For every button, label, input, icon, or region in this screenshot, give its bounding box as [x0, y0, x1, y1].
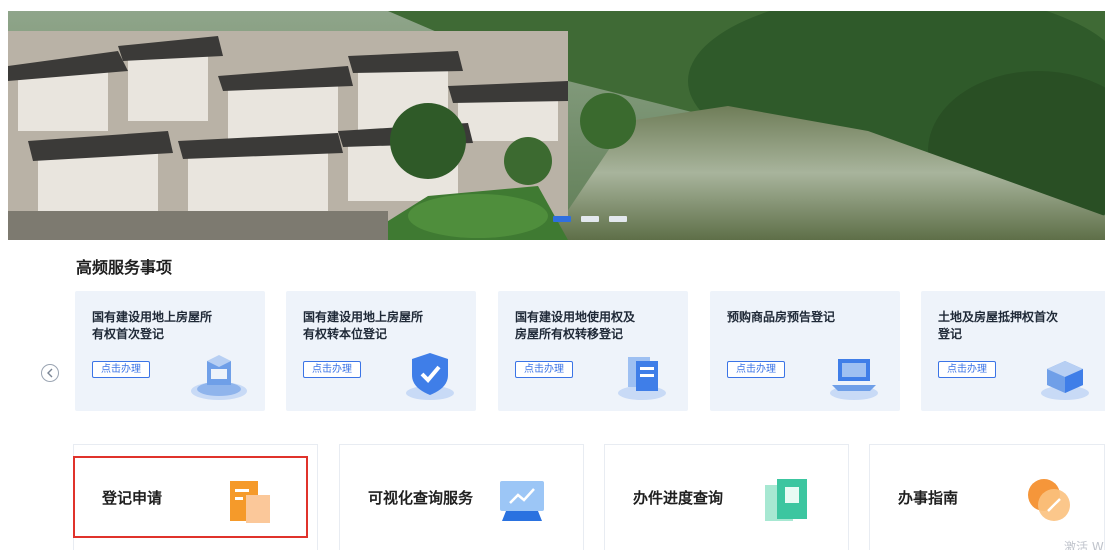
service-title-line1: 预购商品房预告登记 — [727, 310, 836, 324]
selected-highlight-frame — [73, 456, 308, 538]
service-title-line1: 国有建设用地上房屋所 — [92, 310, 213, 324]
carousel-prev-button[interactable] — [41, 364, 59, 382]
document-stack-icon — [618, 357, 666, 400]
service-title-line2: 有权转本位登记 — [303, 327, 388, 341]
service-card-4[interactable]: 预购商品房预告登记 点击办理 — [710, 291, 900, 411]
service-title-line1: 国有建设用地上房屋所 — [303, 310, 424, 324]
section-title: 高频服务事项 — [76, 258, 173, 277]
service-title: 土地及房屋抵押权首次 登记 — [938, 309, 1088, 343]
service-card-1[interactable]: 国有建设用地上房屋所 有权首次登记 点击办理 — [75, 291, 265, 411]
carousel-dot-2[interactable] — [581, 216, 599, 222]
handle-button[interactable]: 点击办理 — [303, 361, 361, 378]
clipboard-green-icon — [765, 479, 807, 521]
service-title-line2: 房屋所有权转移登记 — [515, 327, 624, 341]
handle-button[interactable]: 点击办理 — [727, 361, 785, 378]
service-card-2[interactable]: 国有建设用地上房屋所 有权转本位登记 点击办理 — [286, 291, 476, 411]
page: 高频服务事项 国有建设用地上房屋所 有权首次登记 点击办理 国有建设用地上房屋所… — [0, 0, 1105, 550]
handle-button[interactable]: 点击办理 — [92, 361, 150, 378]
carousel-indicators — [553, 216, 627, 222]
carousel-dot-3[interactable] — [609, 216, 627, 222]
hero-banner[interactable] — [8, 11, 1105, 240]
quick-link-visual-query[interactable]: 可视化查询服务 — [339, 444, 584, 550]
service-title: 预购商品房预告登记 — [727, 309, 877, 326]
activation-watermark: 激活 W — [1064, 540, 1104, 550]
service-card-3[interactable]: 国有建设用地使用权及 房屋所有权转移登记 点击办理 — [498, 291, 688, 411]
service-title-line1: 土地及房屋抵押权首次 — [938, 310, 1059, 324]
service-title: 国有建设用地使用权及 房屋所有权转移登记 — [515, 309, 665, 343]
quick-link-progress-query[interactable]: 办件进度查询 — [604, 444, 849, 550]
service-title-line1: 国有建设用地使用权及 — [515, 310, 636, 324]
handle-button[interactable]: 点击办理 — [938, 361, 996, 378]
service-card-5[interactable]: 土地及房屋抵押权首次 登记 点击办理 — [921, 291, 1105, 411]
service-title-line2: 有权首次登记 — [92, 327, 165, 341]
quick-link-label: 办事指南 — [898, 489, 959, 507]
service-title: 国有建设用地上房屋所 有权首次登记 — [92, 309, 242, 343]
service-title: 国有建设用地上房屋所 有权转本位登记 — [303, 309, 453, 343]
monitor-chart-icon — [500, 481, 544, 521]
chevron-left-icon — [47, 368, 53, 378]
quick-link-label: 办件进度查询 — [633, 489, 724, 507]
laptop-icon — [830, 359, 878, 400]
compass-orange-icon — [1028, 479, 1070, 521]
handle-button[interactable]: 点击办理 — [515, 361, 573, 378]
quick-link-label: 可视化查询服务 — [368, 489, 474, 507]
village-landscape-image — [8, 11, 1105, 240]
shield-check-icon — [406, 353, 454, 400]
cube-stack-icon — [1041, 361, 1089, 400]
service-title-line2: 登记 — [938, 327, 963, 341]
server-box-icon — [191, 355, 247, 400]
carousel-dot-1[interactable] — [553, 216, 571, 222]
quick-link-guide[interactable]: 办事指南 — [869, 444, 1105, 550]
